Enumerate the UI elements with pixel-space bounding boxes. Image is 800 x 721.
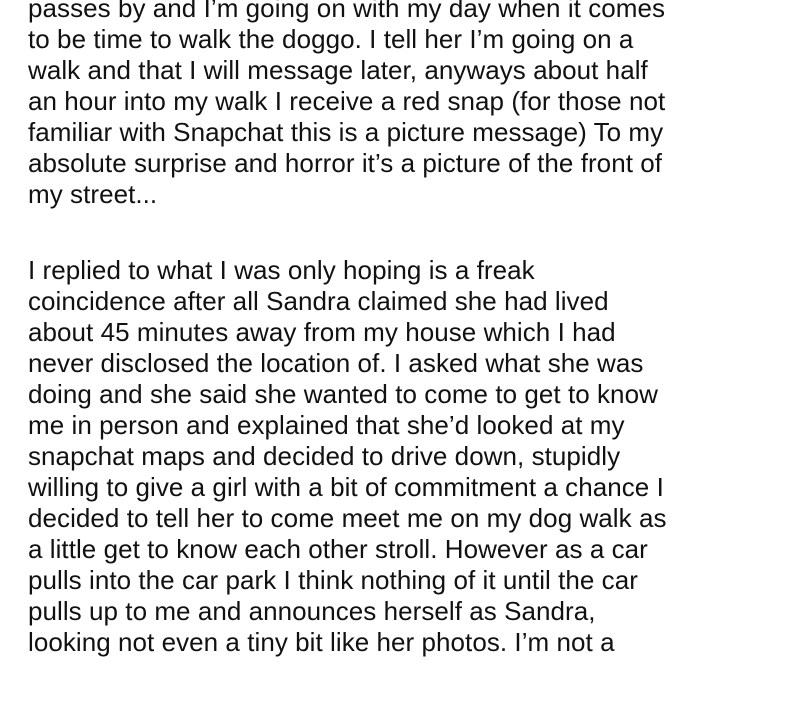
text-line: a little get to know each other stroll. … bbox=[28, 534, 648, 564]
text-line: never disclosed the location of. I asked… bbox=[28, 348, 644, 378]
text-line: an hour into my walk I receive a red sna… bbox=[28, 86, 666, 116]
text-line: coincidence after all Sandra claimed she… bbox=[28, 286, 609, 316]
text-line: willing to give a girl with a bit of com… bbox=[28, 472, 664, 502]
post-body: passes by and I’m going on with my day w… bbox=[28, 0, 788, 658]
text-line: snapchat maps and decided to drive down,… bbox=[28, 441, 621, 471]
text-line: looking not even a tiny bit like her pho… bbox=[28, 627, 615, 657]
text-line: I replied to what I was only hoping is a… bbox=[28, 255, 535, 285]
text-line: pulls into the car park I think nothing … bbox=[28, 565, 638, 595]
text-line: decided to tell her to come meet me on m… bbox=[28, 503, 667, 533]
text-line: passes by and I’m going on with my day w… bbox=[28, 0, 666, 23]
text-line: familiar with Snapchat this is a picture… bbox=[28, 117, 664, 147]
text-line: absolute surprise and horror it’s a pict… bbox=[28, 148, 663, 178]
text-line: my street... bbox=[28, 179, 158, 209]
paragraph-1: passes by and I’m going on with my day w… bbox=[28, 0, 788, 210]
paragraph-2: I replied to what I was only hoping is a… bbox=[28, 255, 788, 658]
text-line: pulls up to me and announces herself as … bbox=[28, 596, 596, 626]
text-line: to be time to walk the doggo. I tell her… bbox=[28, 24, 634, 54]
text-line: doing and she said she wanted to come to… bbox=[28, 379, 658, 409]
text-line: me in person and explained that she’d lo… bbox=[28, 410, 625, 440]
text-line: about 45 minutes away from my house whic… bbox=[28, 317, 616, 347]
text-line: walk and that I will message later, anyw… bbox=[28, 55, 648, 85]
